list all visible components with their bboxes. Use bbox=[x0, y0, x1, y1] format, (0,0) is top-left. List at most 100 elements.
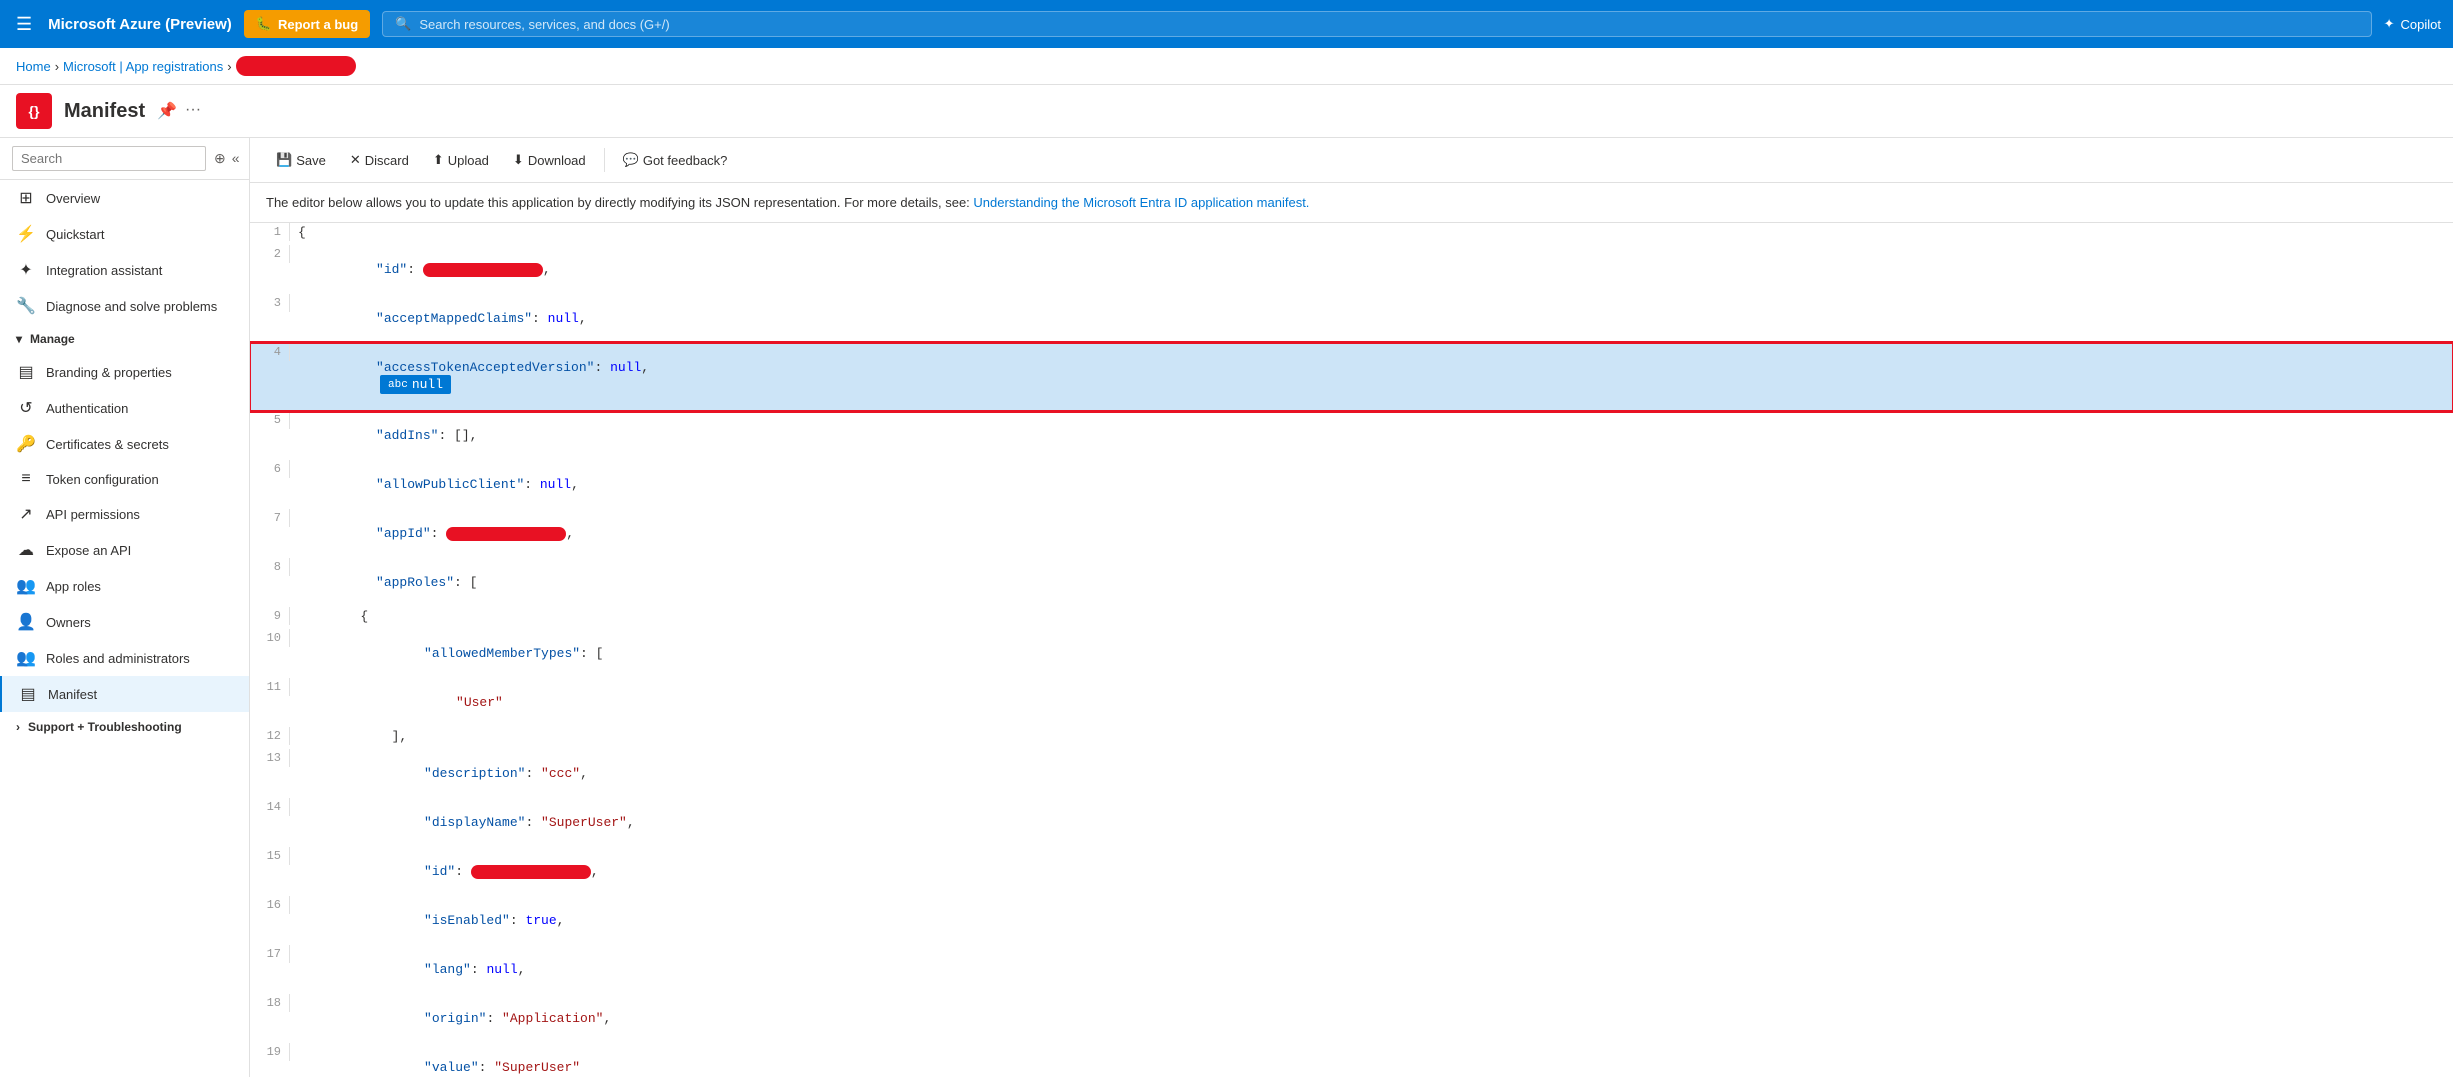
sidebar-item-label: Branding & properties bbox=[46, 365, 172, 380]
hamburger-menu[interactable]: ☰ bbox=[12, 10, 36, 39]
sidebar-item-label: Quickstart bbox=[46, 227, 105, 242]
sidebar-section-support[interactable]: › Support + Troubleshooting bbox=[0, 712, 249, 742]
roles-admin-icon: 👥 bbox=[16, 648, 36, 668]
sidebar: ⊕ « ⊞ Overview ⚡ Quickstart ✦ Integratio… bbox=[0, 138, 250, 1077]
editor-description: The editor below allows you to update th… bbox=[250, 183, 2453, 223]
global-search-bar[interactable]: 🔍 Search resources, services, and docs (… bbox=[382, 11, 2371, 37]
sidebar-item-label: Expose an API bbox=[46, 543, 131, 558]
save-icon: 💾 bbox=[276, 152, 292, 168]
sidebar-item-label: Certificates & secrets bbox=[46, 437, 169, 452]
sidebar-collapse-icon[interactable]: « bbox=[232, 150, 240, 167]
discard-button[interactable]: ✕ Discard bbox=[340, 146, 419, 174]
overview-icon: ⊞ bbox=[16, 188, 36, 208]
code-line-highlighted: 4 "accessTokenAcceptedVersion": null, ab… bbox=[250, 343, 2453, 411]
sidebar-item-owners[interactable]: 👤 Owners bbox=[0, 604, 249, 640]
copilot-button[interactable]: ✦ Copilot bbox=[2384, 16, 2441, 32]
authentication-icon: ↺ bbox=[16, 398, 36, 418]
code-line: 14 "displayName": "SuperUser", bbox=[250, 798, 2453, 847]
upload-button[interactable]: ⬆ Upload bbox=[423, 146, 499, 174]
code-line: 13 "description": "ccc", bbox=[250, 749, 2453, 798]
code-line: 17 "lang": null, bbox=[250, 945, 2453, 994]
copilot-icon: ✦ bbox=[2384, 16, 2395, 32]
download-icon: ⬇ bbox=[513, 152, 524, 168]
toolbar: 💾 Save ✕ Discard ⬆ Upload ⬇ Download 💬 G… bbox=[250, 138, 2453, 183]
certificates-icon: 🔑 bbox=[16, 434, 36, 454]
sidebar-item-quickstart[interactable]: ⚡ Quickstart bbox=[0, 216, 249, 252]
download-button[interactable]: ⬇ Download bbox=[503, 146, 596, 174]
upload-icon: ⬆ bbox=[433, 152, 444, 168]
feedback-icon: 💬 bbox=[623, 152, 639, 168]
code-line: 12 ], bbox=[250, 727, 2453, 749]
owners-icon: 👤 bbox=[16, 612, 36, 632]
toolbar-separator bbox=[604, 148, 605, 172]
diagnose-icon: 🔧 bbox=[16, 296, 36, 316]
quickstart-icon: ⚡ bbox=[16, 224, 36, 244]
page-header-actions: 📌 ··· bbox=[157, 101, 201, 121]
sidebar-item-overview[interactable]: ⊞ Overview bbox=[0, 180, 249, 216]
code-editor[interactable]: 1 { 2 "id": , 3 "acceptMappedClaims": nu… bbox=[250, 223, 2453, 1077]
sidebar-item-app-roles[interactable]: 👥 App roles bbox=[0, 568, 249, 604]
page-icon: {} bbox=[16, 93, 52, 129]
save-button[interactable]: 💾 Save bbox=[266, 146, 336, 174]
code-line: 7 "appId": , bbox=[250, 509, 2453, 558]
sidebar-item-api-permissions[interactable]: ↗ API permissions bbox=[0, 496, 249, 532]
code-line: 16 "isEnabled": true, bbox=[250, 896, 2453, 945]
branding-icon: ▤ bbox=[16, 362, 36, 382]
api-permissions-icon: ↗ bbox=[16, 504, 36, 524]
breadcrumb-home[interactable]: Home bbox=[16, 59, 51, 74]
breadcrumb: Home › Microsoft | App registrations › bbox=[0, 48, 2453, 85]
code-line: 3 "acceptMappedClaims": null, bbox=[250, 294, 2453, 343]
sidebar-item-label: Owners bbox=[46, 615, 91, 630]
sidebar-item-label: App roles bbox=[46, 579, 101, 594]
sidebar-item-label: Manifest bbox=[48, 687, 97, 702]
report-bug-button[interactable]: 🐛 Report a bug bbox=[244, 10, 370, 38]
sidebar-controls: ⊕ « bbox=[214, 150, 240, 167]
app-roles-icon: 👥 bbox=[16, 576, 36, 596]
manifest-icon: ▤ bbox=[18, 684, 38, 704]
sidebar-section-manage[interactable]: ▾ Manage bbox=[0, 324, 249, 354]
sidebar-item-branding[interactable]: ▤ Branding & properties bbox=[0, 354, 249, 390]
sidebar-item-label: Token configuration bbox=[46, 472, 159, 487]
sidebar-expand-icon[interactable]: ⊕ bbox=[214, 150, 226, 167]
code-line: 5 "addIns": [], bbox=[250, 411, 2453, 460]
search-input[interactable] bbox=[12, 146, 206, 171]
sidebar-item-label: Roles and administrators bbox=[46, 651, 190, 666]
discard-icon: ✕ bbox=[350, 152, 361, 168]
code-line: 9 { bbox=[250, 607, 2453, 629]
page-title: Manifest bbox=[64, 100, 145, 123]
feedback-button[interactable]: 💬 Got feedback? bbox=[613, 146, 738, 174]
manifest-link[interactable]: Understanding the Microsoft Entra ID app… bbox=[973, 195, 1309, 210]
code-line: 6 "allowPublicClient": null, bbox=[250, 460, 2453, 509]
chevron-right-icon: › bbox=[16, 720, 20, 734]
code-line: 1 { bbox=[250, 223, 2453, 245]
breadcrumb-app-name-redacted bbox=[236, 56, 356, 76]
sidebar-item-certificates[interactable]: 🔑 Certificates & secrets bbox=[0, 426, 249, 462]
sidebar-item-diagnose[interactable]: 🔧 Diagnose and solve problems bbox=[0, 288, 249, 324]
code-line: 18 "origin": "Application", bbox=[250, 994, 2453, 1043]
chevron-down-icon: ▾ bbox=[16, 332, 22, 346]
sidebar-item-integration[interactable]: ✦ Integration assistant bbox=[0, 252, 249, 288]
bug-icon: 🐛 bbox=[256, 16, 272, 32]
sidebar-item-label: Overview bbox=[46, 191, 100, 206]
page-header: {} Manifest 📌 ··· bbox=[0, 85, 2453, 138]
sidebar-item-roles-admin[interactable]: 👥 Roles and administrators bbox=[0, 640, 249, 676]
sidebar-item-expose-api[interactable]: ☁ Expose an API bbox=[0, 532, 249, 568]
more-options-icon[interactable]: ··· bbox=[185, 101, 201, 121]
sidebar-item-authentication[interactable]: ↺ Authentication bbox=[0, 390, 249, 426]
sidebar-item-manifest[interactable]: ▤ Manifest bbox=[0, 676, 249, 712]
pin-icon[interactable]: 📌 bbox=[157, 101, 177, 121]
sidebar-item-label: API permissions bbox=[46, 507, 140, 522]
breadcrumb-app-registrations[interactable]: Microsoft | App registrations bbox=[63, 59, 223, 74]
tooltip-popup: abc null bbox=[380, 375, 451, 394]
integration-icon: ✦ bbox=[16, 260, 36, 280]
code-line: 19 "value": "SuperUser" bbox=[250, 1043, 2453, 1077]
code-line: 15 "id": , bbox=[250, 847, 2453, 896]
code-line: 8 "appRoles": [ bbox=[250, 558, 2453, 607]
token-icon: ≡ bbox=[16, 470, 36, 488]
sidebar-item-token[interactable]: ≡ Token configuration bbox=[0, 462, 249, 496]
main-layout: ⊕ « ⊞ Overview ⚡ Quickstart ✦ Integratio… bbox=[0, 138, 2453, 1077]
sidebar-item-label: Authentication bbox=[46, 401, 128, 416]
sidebar-item-label: Integration assistant bbox=[46, 263, 162, 278]
sidebar-search-container: ⊕ « bbox=[0, 138, 249, 180]
search-icon: 🔍 bbox=[395, 16, 411, 32]
